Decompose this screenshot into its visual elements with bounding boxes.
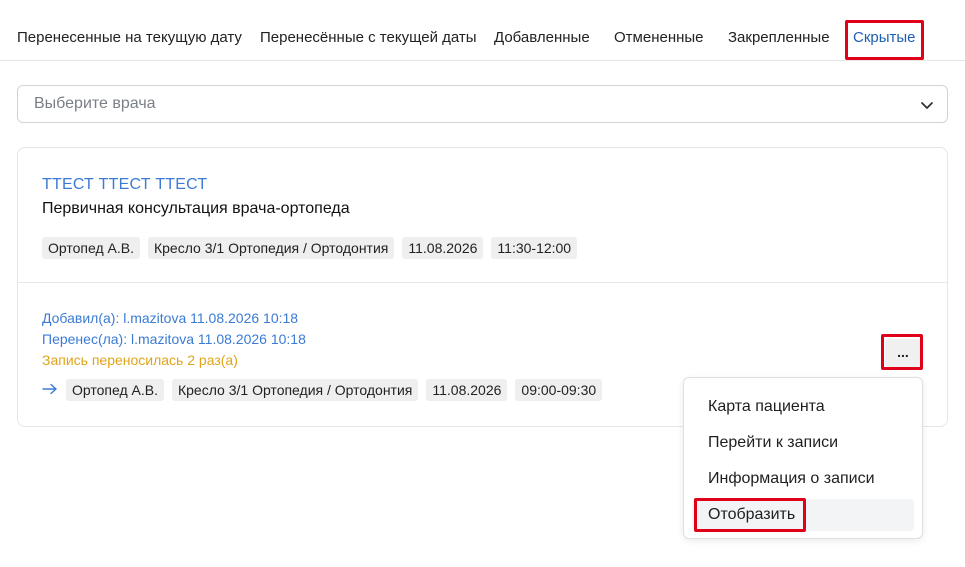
- patient-name-link[interactable]: ТТЕСТ ТТЕСТ ТТЕСТ: [42, 176, 207, 194]
- doctor-select-placeholder: Выберите врача: [34, 95, 156, 112]
- prev-time-chip: 09:00-09:30: [515, 379, 603, 401]
- tab-moved-from-today[interactable]: Перенесённые с текущей даты: [260, 28, 477, 48]
- moved-count-text: Запись переносилась 2 раз(а): [42, 352, 238, 368]
- chair-chip: Кресло 3/1 Ортопедия / Ортодонтия: [147, 237, 395, 259]
- chevron-down-icon: [921, 102, 933, 109]
- menu-item-go-to-appointment[interactable]: Перейти к записи: [692, 427, 914, 459]
- prev-chair-chip: Кресло 3/1 Ортопедия / Ортодонтия: [171, 379, 419, 401]
- tab-bar: Перенесенные на текущую дату Перенесённы…: [0, 0, 965, 61]
- moved-by-text: Перенес(ла): l.mazitova 11.08.2026 10:18: [42, 331, 306, 347]
- previous-appointment-details: Ортопед А.В. Кресло 3/1 Ортопедия / Орто…: [66, 379, 603, 401]
- menu-item-show[interactable]: Отобразить: [692, 499, 914, 531]
- time-chip: 11:30-12:00: [491, 237, 578, 259]
- card-divider: [18, 282, 947, 283]
- prev-doctor-chip: Ортопед А.В.: [66, 379, 164, 401]
- tab-cancelled[interactable]: Отмененные: [614, 28, 704, 48]
- tab-hidden[interactable]: Скрытые: [853, 28, 916, 48]
- tab-pinned[interactable]: Закрепленные: [728, 28, 830, 48]
- more-actions-button[interactable]: ...: [885, 339, 921, 367]
- tab-added[interactable]: Добавленные: [494, 28, 590, 48]
- doctor-select[interactable]: Выберите врача: [17, 85, 948, 123]
- arrow-right-icon: [42, 383, 57, 395]
- added-by-text: Добавил(а): l.mazitova 11.08.2026 10:18: [42, 310, 299, 326]
- prev-date-chip: 11.08.2026: [426, 379, 508, 401]
- context-menu: Карта пациента Перейти к записи Информац…: [683, 377, 923, 539]
- menu-item-patient-card[interactable]: Карта пациента: [692, 391, 914, 423]
- doctor-chip: Ортопед А.В.: [42, 237, 140, 259]
- date-chip: 11.08.2026: [402, 237, 484, 259]
- current-appointment-details: Ортопед А.В. Кресло 3/1 Ортопедия / Орто…: [42, 237, 578, 259]
- service-name: Первичная консультация врача-ортопеда: [42, 200, 350, 217]
- tab-moved-to-today[interactable]: Перенесенные на текущую дату: [17, 28, 242, 48]
- menu-item-appointment-info[interactable]: Информация о записи: [692, 463, 914, 495]
